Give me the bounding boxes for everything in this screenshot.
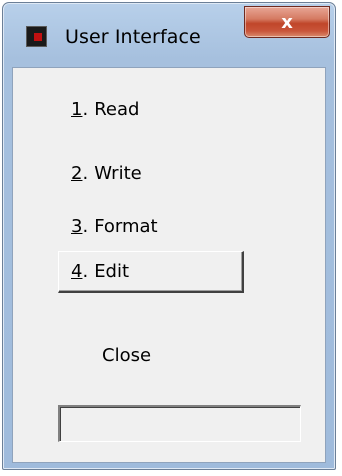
client-area: 1. Read 2. Write 3. Format 4. Edit Close <box>12 67 326 463</box>
close-button[interactable]: Close <box>102 345 151 366</box>
app-window: User Interface x 1. Read 2. Write 3. For… <box>2 2 336 470</box>
menu-item-label: Format <box>94 215 158 237</box>
menu-item-number: 3 <box>71 215 83 237</box>
window-close-button[interactable]: x <box>244 6 330 38</box>
app-icon <box>26 26 47 47</box>
status-field[interactable] <box>58 405 301 442</box>
menu-item-format[interactable]: 3. Format <box>58 205 244 247</box>
menu-item-number: 1 <box>71 98 83 120</box>
window-title: User Interface <box>65 26 201 48</box>
menu-item-number: 4 <box>71 261 83 282</box>
menu-item-edit[interactable]: 4. Edit <box>58 251 244 293</box>
menu-item-read[interactable]: 1. Read <box>58 88 244 130</box>
menu-item-number: 2 <box>71 162 83 184</box>
menu-item-label: Write <box>94 162 142 184</box>
menu-item-label: Edit <box>94 261 130 282</box>
menu-item-write[interactable]: 2. Write <box>58 152 244 194</box>
title-bar[interactable]: User Interface x <box>3 3 335 67</box>
close-icon: x <box>281 11 293 33</box>
menu-item-label: Read <box>94 98 140 120</box>
